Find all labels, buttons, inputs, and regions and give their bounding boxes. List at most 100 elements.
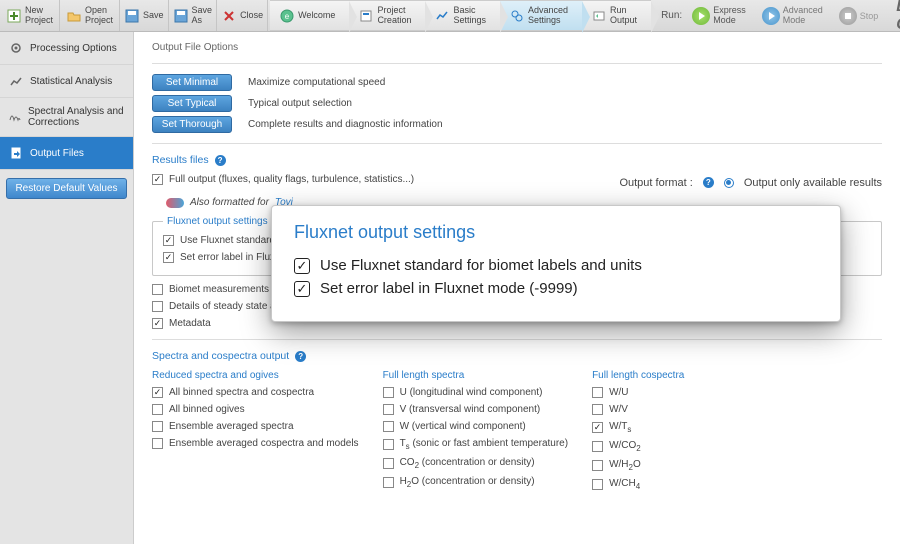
sidebar-item-spectral-analysis[interactable]: Spectral Analysis and Corrections [0, 98, 133, 137]
basic-settings-icon [435, 9, 449, 23]
chk-label: Ensemble averaged cospectra and models [169, 438, 359, 449]
all-binned-ogives-checkbox[interactable] [152, 404, 163, 415]
open-project-icon [66, 8, 82, 24]
sidebar-item-statistical-analysis[interactable]: Statistical Analysis [0, 65, 133, 98]
fluxnet-settings-legend: Fluxnet output settings [163, 216, 272, 227]
wizard-tab-label: Project Creation [377, 6, 411, 26]
save-label: Save [143, 11, 164, 21]
sidebar-item-output-files[interactable]: Output Files [0, 137, 133, 170]
biomet-checkbox[interactable] [152, 284, 163, 295]
brand-logo: LI-COR [884, 0, 900, 31]
w-checkbox[interactable] [383, 421, 394, 432]
help-icon[interactable]: ? [703, 177, 714, 188]
set-thorough-desc: Complete results and diagnostic informat… [248, 119, 443, 130]
output-file-options-title: Output File Options [152, 42, 882, 53]
sidebar: Processing Options Statistical Analysis … [0, 32, 134, 544]
steady-state-checkbox[interactable] [152, 301, 163, 312]
wizard-tab-project-creation[interactable]: Project Creation [349, 0, 425, 31]
spectra-col-reduced: Reduced spectra and ogives ✓All binned s… [152, 370, 359, 497]
output-format-label: Output format : [619, 177, 692, 189]
col-header: Full length spectra [383, 370, 569, 381]
fluxnet-error-checkbox[interactable]: ✓ [163, 252, 174, 263]
chk-label: H2O (concentration or density) [400, 476, 535, 489]
wizard-tab-run-output[interactable]: Run Output [582, 0, 651, 31]
sidebar-item-label: Output Files [30, 148, 84, 159]
fluxnet-callout: Fluxnet output settings ✓ Use Fluxnet st… [271, 205, 841, 322]
close-icon [221, 8, 237, 24]
v-checkbox[interactable] [383, 404, 394, 415]
chk-label: W (vertical wind component) [400, 421, 526, 432]
all-binned-spectra-checkbox[interactable]: ✓ [152, 387, 163, 398]
help-icon[interactable]: ? [215, 155, 226, 166]
close-button[interactable]: Close [217, 0, 268, 31]
spectra-col-full-spectra: Full length spectra U (longitudinal wind… [383, 370, 569, 497]
fluxnet-standard-checkbox[interactable]: ✓ [163, 235, 174, 246]
callout-fluxnet-error-checkbox[interactable]: ✓ [294, 281, 310, 297]
ts-checkbox[interactable] [383, 439, 394, 450]
metadata-checkbox[interactable]: ✓ [152, 318, 163, 329]
stats-icon [8, 73, 24, 89]
chk-label: U (longitudinal wind component) [400, 387, 543, 398]
wco2-checkbox[interactable] [592, 441, 603, 452]
new-project-button[interactable]: New Project [0, 0, 60, 31]
chk-label: W/CO2 [609, 440, 641, 453]
output-format-radio[interactable] [724, 178, 734, 188]
also-formatted-prefix: Also formatted for [190, 197, 269, 208]
welcome-icon: e [280, 9, 294, 23]
chk-label: Ensemble averaged spectra [169, 421, 294, 432]
ensemble-cospectra-checkbox[interactable] [152, 438, 163, 449]
run-section: Run: Express Mode Advanced Mode Stop [661, 0, 884, 31]
wizard-tab-label: Basic Settings [453, 6, 486, 26]
run-express-button[interactable]: Express Mode [686, 4, 752, 28]
callout-fluxnet-standard-checkbox[interactable]: ✓ [294, 258, 310, 274]
open-project-button[interactable]: Open Project [60, 0, 120, 31]
divider [152, 339, 882, 340]
co2-checkbox[interactable] [383, 458, 394, 469]
run-output-icon [592, 9, 606, 23]
sidebar-item-label: Spectral Analysis and Corrections [28, 106, 125, 128]
col-header: Full length cospectra [592, 370, 772, 381]
set-minimal-button[interactable]: Set Minimal [152, 74, 232, 91]
u-checkbox[interactable] [383, 387, 394, 398]
wizard-tab-advanced-settings[interactable]: Advanced Settings [500, 0, 582, 31]
stop-button[interactable]: Stop [833, 5, 885, 27]
advanced-settings-icon [510, 9, 524, 23]
ensemble-spectra-checkbox[interactable] [152, 421, 163, 432]
wizard-tab-label: Run Output [610, 6, 637, 26]
wch4-checkbox[interactable] [592, 479, 603, 490]
save-button[interactable]: Save [120, 0, 169, 31]
sidebar-item-label: Statistical Analysis [30, 76, 112, 87]
set-typical-desc: Typical output selection [248, 98, 352, 109]
wv-checkbox[interactable] [592, 404, 603, 415]
help-icon[interactable]: ? [295, 351, 306, 362]
stop-icon [839, 7, 857, 25]
play-icon [692, 7, 710, 25]
wts-checkbox[interactable]: ✓ [592, 422, 603, 433]
chk-label: W/H2O [609, 459, 641, 472]
spectrum-icon [8, 109, 22, 125]
chk-label: W/V [609, 404, 628, 415]
divider [152, 143, 882, 144]
save-as-button[interactable]: Save As [169, 0, 218, 31]
set-thorough-button[interactable]: Set Thorough [152, 116, 232, 133]
chk-label: V (transversal wind component) [400, 404, 541, 415]
sidebar-item-processing-options[interactable]: Processing Options [0, 32, 133, 65]
output-files-icon [8, 145, 24, 161]
chk-label: All binned ogives [169, 404, 245, 415]
wizard-tab-basic-settings[interactable]: Basic Settings [425, 0, 500, 31]
full-output-checkbox[interactable]: ✓ [152, 174, 163, 185]
chk-label: W/Ts [609, 421, 631, 434]
restore-defaults-button[interactable]: Restore Default Values [6, 178, 127, 199]
wu-checkbox[interactable] [592, 387, 603, 398]
wh2o-checkbox[interactable] [592, 460, 603, 471]
chk-label: W/U [609, 387, 628, 398]
tovi-icon [166, 198, 184, 208]
col-header: Reduced spectra and ogives [152, 370, 359, 381]
stop-label: Stop [860, 11, 879, 21]
run-advanced-button[interactable]: Advanced Mode [756, 4, 829, 28]
set-typical-button[interactable]: Set Typical [152, 95, 232, 112]
chk-label: W/CH4 [609, 478, 640, 491]
h2o-checkbox[interactable] [383, 477, 394, 488]
callout-title: Fluxnet output settings [294, 222, 818, 243]
wizard-tab-welcome[interactable]: e Welcome [270, 0, 349, 31]
